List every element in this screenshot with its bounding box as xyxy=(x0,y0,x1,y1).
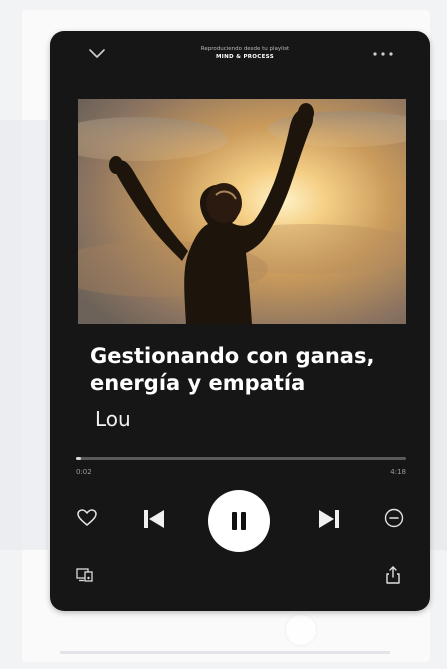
total-time: 4:18 xyxy=(390,468,406,476)
chevron-down-icon[interactable] xyxy=(86,45,108,63)
background-progress-bar xyxy=(60,651,390,654)
now-playing-screen: Reproduciendo desde tu playlist MIND & P… xyxy=(50,31,430,611)
artist-name[interactable]: Lou xyxy=(95,407,131,431)
more-icon[interactable] xyxy=(370,45,396,63)
elapsed-time: 0:02 xyxy=(76,468,92,476)
pause-icon[interactable] xyxy=(208,490,270,552)
album-artwork xyxy=(78,99,406,324)
minus-circle-icon[interactable] xyxy=(381,505,407,531)
top-bar: Reproduciendo desde tu playlist MIND & P… xyxy=(50,31,430,91)
background-panel-left xyxy=(0,120,48,550)
share-icon[interactable] xyxy=(383,564,403,586)
now-playing-source: Reproduciendo desde tu playlist MIND & P… xyxy=(160,45,330,60)
progress-fill xyxy=(76,457,81,460)
track-title: Gestionando con ganas, energía y empatía xyxy=(90,344,375,395)
skip-previous-icon[interactable] xyxy=(140,505,168,533)
devices-icon[interactable] xyxy=(74,565,96,585)
source-caption: Reproduciendo desde tu playlist xyxy=(200,46,290,52)
progress-bar[interactable] xyxy=(76,457,406,460)
background-play-icon xyxy=(286,615,316,645)
background-mini-player xyxy=(0,612,447,654)
heart-icon[interactable] xyxy=(74,505,100,531)
skip-next-icon[interactable] xyxy=(315,505,343,533)
playlist-name[interactable]: MIND & PROCESS xyxy=(160,54,330,60)
